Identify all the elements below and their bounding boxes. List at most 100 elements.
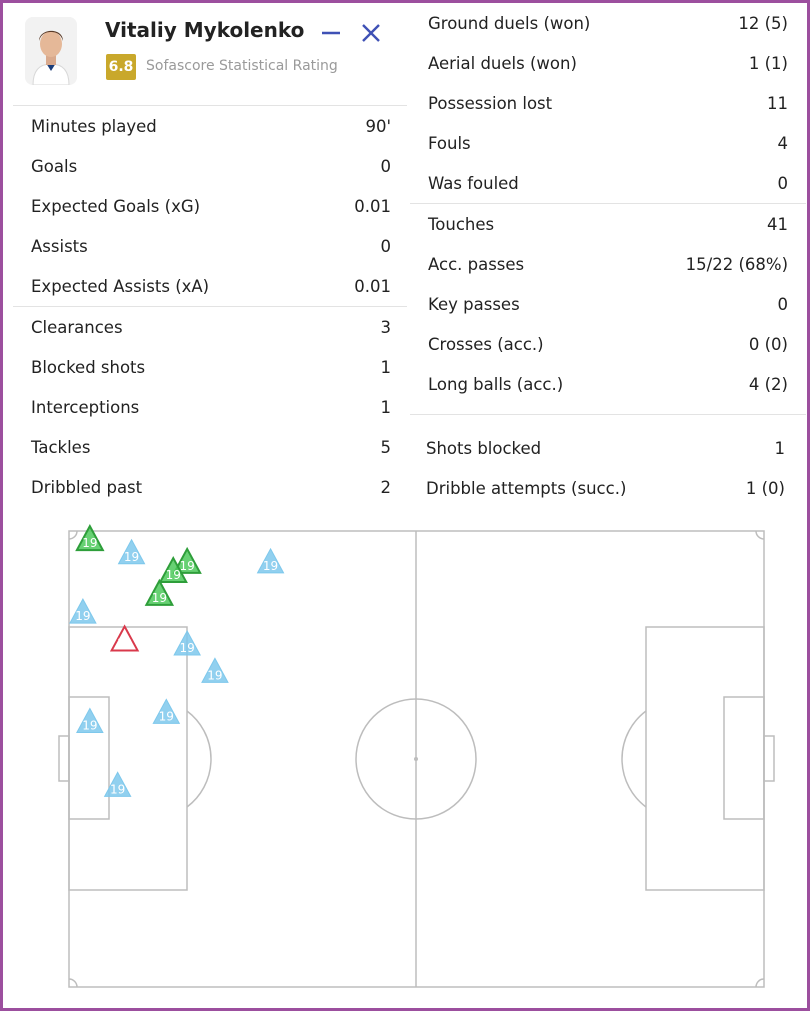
action-marker: 19 <box>256 547 285 574</box>
left-penalty-box <box>68 626 188 891</box>
marker-label: 19 <box>82 719 97 733</box>
minimize-icon[interactable] <box>319 21 343 45</box>
stat-value: 12 (5) <box>738 13 788 33</box>
stat-row: Assists 0 <box>13 226 407 266</box>
defensive-stats-group: Clearances 3 Blocked shots 1 Interceptions… <box>13 307 407 507</box>
stat-label: Touches <box>428 214 495 234</box>
general-stats-group: Minutes played 90' Goals 0 Expected Goals … <box>13 106 407 307</box>
marker-label: 19 <box>180 641 195 655</box>
stat-label: Shots blocked <box>426 438 542 458</box>
stat-label: Long balls (acc.) <box>428 374 564 394</box>
stat-row: Clearances 3 <box>13 307 407 347</box>
right-stats-column: Ground duels (won) 12 (5) Aerial duels (w… <box>410 3 806 508</box>
close-icon[interactable] <box>359 21 383 45</box>
stat-label: Interceptions <box>31 397 140 417</box>
corner-arc <box>68 978 78 988</box>
stat-row: Acc. passes 15/22 (68%) <box>410 244 806 284</box>
stat-value: 1 (1) <box>748 53 788 73</box>
stat-label: Dribble attempts (succ.) <box>426 478 627 498</box>
stat-row: Dribble attempts (succ.) 1 (0) <box>410 468 806 508</box>
stat-value: 0.01 <box>354 276 391 296</box>
stat-label: Crosses (acc.) <box>428 334 544 354</box>
stat-row: Long balls (acc.) 4 (2) <box>410 364 806 404</box>
action-marker: 19 <box>76 707 104 734</box>
stat-value: 41 <box>767 214 788 234</box>
marker-label: 19 <box>166 568 181 582</box>
player-header: Vitaliy Mykolenko 6.8 Sofascore Statisti… <box>13 3 407 106</box>
stat-label: Expected Assists (xA) <box>31 276 210 296</box>
right-goal <box>763 735 775 782</box>
stat-value: 0 <box>380 156 392 176</box>
action-marker: 19 <box>201 657 229 683</box>
stat-value: 0 <box>380 236 392 256</box>
stat-label: Aerial duels (won) <box>428 53 577 73</box>
corner-arc <box>68 530 78 540</box>
stat-label: Key passes <box>428 294 520 314</box>
stat-value: 3 <box>380 317 392 337</box>
rating-label: Sofascore Statistical Rating <box>146 58 338 74</box>
stat-label: Dribbled past <box>31 477 143 497</box>
action-marker: 19 <box>144 578 175 606</box>
stat-row: Ground duels (won) 12 (5) <box>410 3 806 43</box>
player-avatar <box>25 17 77 85</box>
stat-value: 1 (0) <box>745 478 785 498</box>
stat-row: Goals 0 <box>13 146 407 186</box>
stat-row: Was fouled 0 <box>410 163 806 203</box>
left-penalty-arc <box>186 710 212 808</box>
stat-value: 90' <box>365 116 391 136</box>
stat-row: Blocked shots 1 <box>13 347 407 387</box>
stat-label: Expected Goals (xG) <box>31 196 201 216</box>
stat-row: Dribbled past 2 <box>13 467 407 507</box>
stat-row: Tackles 5 <box>13 427 407 467</box>
stat-value: 2 <box>380 477 392 497</box>
marker-label: 19 <box>110 782 125 796</box>
stat-value: 1 <box>774 438 786 458</box>
stat-row: Possession lost 11 <box>410 83 806 123</box>
right-six-yard-box <box>723 696 765 820</box>
stat-value: 11 <box>767 93 788 113</box>
stat-label: Was fouled <box>428 173 519 193</box>
pitch-svg: 1919191919191919 1919191919 <box>58 524 775 988</box>
marker-label: 19 <box>75 609 90 623</box>
stat-row: Minutes played 90' <box>13 106 407 146</box>
stat-row: Touches 41 <box>410 204 806 244</box>
stat-value: 5 <box>380 437 392 457</box>
stat-label: Minutes played <box>31 116 157 136</box>
corner-arc <box>755 978 765 988</box>
stat-value: 4 (2) <box>748 374 788 394</box>
stat-label: Goals <box>31 156 78 176</box>
marker-label: 19 <box>152 591 167 605</box>
stat-value: 0 <box>777 173 789 193</box>
stat-label: Possession lost <box>428 93 553 113</box>
stat-label: Tackles <box>31 437 91 457</box>
marker-label: 19 <box>207 668 222 682</box>
stat-label: Acc. passes <box>428 254 525 274</box>
marker-label: 19 <box>117 636 132 650</box>
action-marker: 19 <box>117 538 146 565</box>
stat-value: 0.01 <box>354 196 391 216</box>
attack-stats-group: Shots blocked 1 Dribble attempts (succ.) 1… <box>410 415 806 508</box>
rating-badge: 6.8 <box>106 54 136 80</box>
marker-label: 19 <box>82 536 97 550</box>
action-marker: 19 <box>152 698 181 724</box>
left-goal <box>58 735 70 782</box>
right-penalty-box <box>645 626 765 891</box>
action-marker: 19 <box>75 524 105 552</box>
player-stats-panel: Vitaliy Mykolenko 6.8 Sofascore Statisti… <box>3 3 807 1008</box>
action-marker: 19 <box>69 598 97 624</box>
stat-label: Assists <box>31 236 88 256</box>
stat-value: 15/22 (68%) <box>685 254 788 274</box>
stat-value: 1 <box>380 397 392 417</box>
stat-row: Expected Goals (xG) 0.01 <box>13 186 407 226</box>
stat-label: Ground duels (won) <box>428 13 591 33</box>
stat-label: Blocked shots <box>31 357 146 377</box>
passing-stats-group: Touches 41 Acc. passes 15/22 (68%) Key pas… <box>410 204 806 415</box>
stat-row: Key passes 0 <box>410 284 806 324</box>
stat-row: Expected Assists (xA) 0.01 <box>13 266 407 306</box>
action-markers: 1919191919191919 1919191919 <box>69 524 285 797</box>
stat-label: Fouls <box>428 133 471 153</box>
center-spot <box>414 757 418 761</box>
marker-label: 19 <box>159 709 174 723</box>
marker-label: 19 <box>263 559 278 573</box>
stat-value: 1 <box>380 357 392 377</box>
